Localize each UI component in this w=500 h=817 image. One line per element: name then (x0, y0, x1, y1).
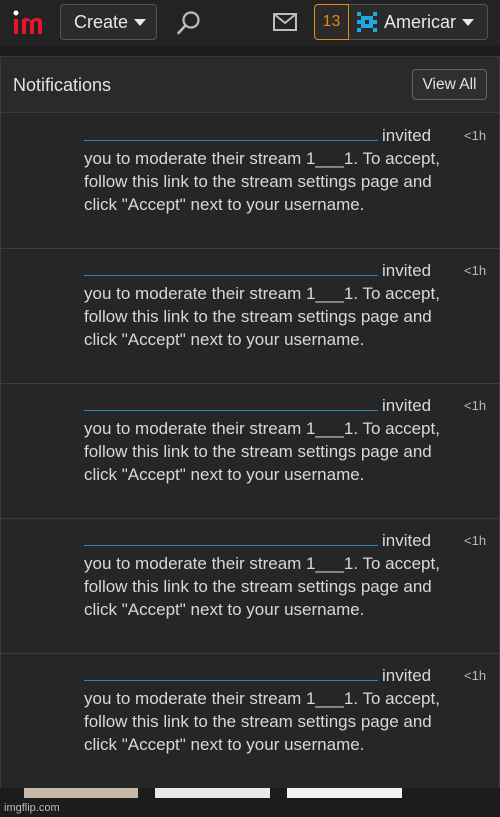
notification-body: you to moderate their stream 1___1. To a… (84, 554, 440, 619)
notification-item[interactable]: invited you to moderate their stream 1__… (1, 114, 499, 249)
notification-text: invited you to moderate their stream 1__… (84, 394, 454, 486)
imgflip-logo[interactable] (12, 8, 50, 38)
top-navbar: Create 13 Americar (0, 0, 500, 46)
view-all-button[interactable]: View All (412, 69, 487, 100)
sender-link[interactable] (84, 530, 378, 546)
notification-time: <1h (464, 398, 487, 413)
notification-item[interactable]: invited you to moderate their stream 1__… (1, 654, 499, 789)
notifications-header: Notifications View All (1, 57, 499, 113)
notification-text: invited you to moderate their stream 1__… (84, 124, 454, 216)
notification-body: you to moderate their stream 1___1. To a… (84, 149, 440, 214)
notification-body: you to moderate their stream 1___1. To a… (84, 689, 440, 754)
username-label: Americar (384, 11, 457, 32)
chevron-down-icon (462, 18, 475, 26)
sender-link[interactable] (84, 395, 378, 411)
notification-body: you to moderate their stream 1___1. To a… (84, 284, 440, 349)
notification-body: you to moderate their stream 1___1. To a… (84, 419, 440, 484)
notification-text: invited you to moderate their stream 1__… (84, 259, 454, 351)
panel-title: Notifications (13, 75, 112, 95)
meme-thumbnail[interactable] (287, 788, 402, 798)
meme-thumbnail[interactable] (155, 788, 270, 798)
notification-verb: invited (382, 126, 432, 145)
sender-link[interactable] (84, 665, 378, 681)
notification-verb: invited (382, 666, 432, 685)
chevron-down-icon (134, 18, 147, 26)
avatar (357, 12, 377, 32)
notification-text: invited you to moderate their stream 1__… (84, 529, 454, 621)
notification-time: <1h (464, 533, 487, 548)
notification-text: invited you to moderate their stream 1__… (84, 664, 454, 756)
create-button[interactable]: Create (60, 4, 157, 40)
notification-item[interactable]: invited you to moderate their stream 1__… (1, 249, 499, 384)
mail-icon[interactable] (273, 13, 297, 31)
notification-count-badge[interactable]: 13 (314, 4, 349, 40)
search-icon[interactable] (176, 10, 202, 36)
notification-verb: invited (382, 396, 432, 415)
user-menu-button[interactable]: Americar (349, 4, 488, 40)
notification-verb: invited (382, 531, 432, 550)
notification-item[interactable]: invited you to moderate their stream 1__… (1, 384, 499, 519)
notification-time: <1h (464, 263, 487, 278)
notification-verb: invited (382, 261, 432, 280)
sender-link[interactable] (84, 125, 378, 141)
imgflip-watermark: imgflip.com (4, 802, 60, 814)
notification-time: <1h (464, 668, 487, 683)
meme-thumbnail-strip (0, 788, 500, 817)
meme-thumbnail[interactable] (24, 788, 138, 798)
notifications-panel: Notifications View All invited you to mo… (0, 56, 500, 789)
notification-time: <1h (464, 128, 487, 143)
create-button-label: Create (74, 11, 129, 32)
notification-item[interactable]: invited you to moderate their stream 1__… (1, 519, 499, 654)
sender-link[interactable] (84, 260, 378, 276)
